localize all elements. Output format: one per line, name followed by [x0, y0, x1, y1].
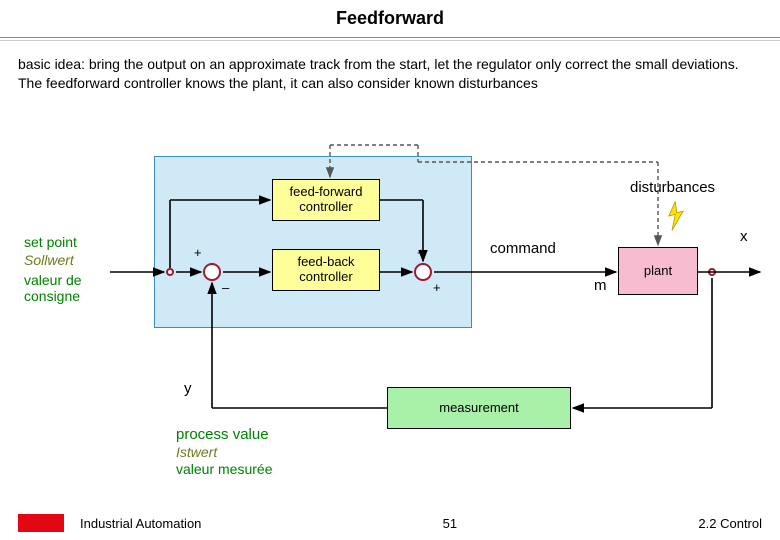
setpoint-label-de: Sollwert	[24, 252, 74, 268]
plant-block: plant	[618, 247, 698, 295]
sign-plus-2: +	[417, 245, 425, 260]
output-node	[708, 268, 716, 276]
summing-junction-2	[414, 263, 432, 281]
footer-left: Industrial Automation	[18, 514, 201, 532]
section-label: 2.2 Control	[698, 516, 762, 531]
valeur-mesuree-label: valeur mesurée	[176, 461, 273, 477]
feedback-controller-block: feed-back controller	[272, 249, 380, 291]
m-label: m	[594, 277, 607, 294]
lightning-icon	[663, 200, 689, 232]
y-label: y	[184, 380, 192, 397]
intro-text: basic idea: bring the output on an appro…	[0, 55, 780, 93]
x-label: x	[740, 228, 748, 245]
input-node	[166, 268, 174, 276]
process-value-label: process value	[176, 426, 269, 443]
summing-junction-1	[203, 263, 221, 281]
sign-plus-3: +	[433, 280, 441, 295]
sign-minus: –	[222, 280, 229, 295]
page-title: Feedforward	[0, 8, 780, 29]
disturbances-label: disturbances	[630, 179, 715, 196]
course-name: Industrial Automation	[80, 516, 201, 531]
istwert-label: Istwert	[176, 444, 217, 460]
epfl-logo	[18, 514, 64, 532]
sign-plus-1: +	[194, 245, 202, 260]
setpoint-label-en: set point	[24, 234, 77, 250]
command-label: command	[490, 240, 556, 257]
page-number: 51	[443, 516, 457, 531]
measurement-block: measurement	[387, 387, 571, 429]
setpoint-label-fr: valeur de consigne	[24, 272, 114, 304]
feedforward-controller-block: feed-forward controller	[272, 179, 380, 221]
